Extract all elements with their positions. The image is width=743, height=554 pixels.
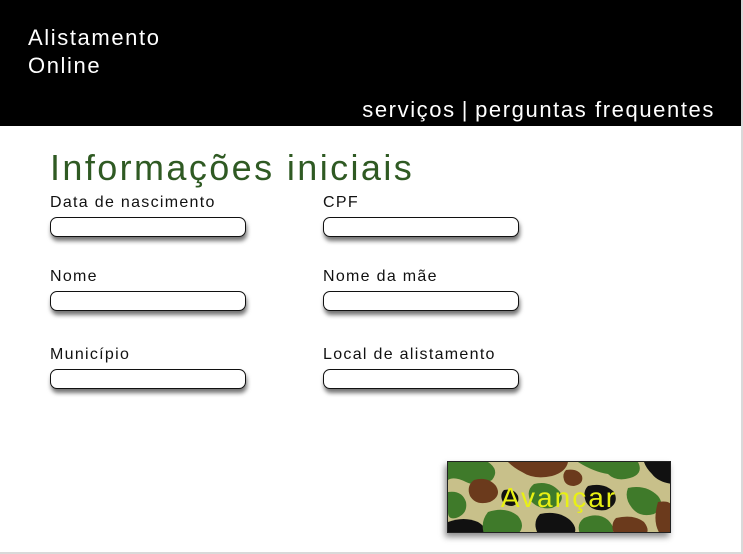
mother-name-input[interactable] bbox=[323, 291, 519, 311]
municipality-label: Município bbox=[50, 346, 131, 363]
brand-line-2: Online bbox=[28, 53, 102, 78]
birth-date-label: Data de nascimento bbox=[50, 194, 216, 211]
next-button[interactable]: Avançar bbox=[447, 461, 671, 533]
cpf-group: CPF bbox=[323, 193, 553, 237]
enlistment-location-group: Local de alistamento bbox=[323, 345, 553, 389]
site-brand: Alistamento Online bbox=[28, 24, 161, 80]
top-header: Alistamento Online serviços | perguntas fr… bbox=[0, 0, 741, 126]
mother-name-group: Nome da mãe bbox=[323, 267, 553, 311]
birth-date-group: Data de nascimento bbox=[50, 193, 280, 237]
municipality-input[interactable] bbox=[50, 369, 246, 389]
brand-line-1: Alistamento bbox=[28, 25, 161, 50]
cpf-label: CPF bbox=[323, 194, 359, 211]
nav-link-services[interactable]: serviços bbox=[362, 97, 456, 122]
next-button-label: Avançar bbox=[500, 482, 618, 513]
nav-link-faq[interactable]: perguntas frequentes bbox=[475, 97, 715, 122]
nav-separator: | bbox=[461, 97, 470, 122]
enlistment-location-label: Local de alistamento bbox=[323, 346, 496, 363]
name-label: Nome bbox=[50, 268, 98, 285]
cpf-input[interactable] bbox=[323, 217, 519, 237]
enlistment-location-input[interactable] bbox=[323, 369, 519, 389]
page-title: Informações iniciais bbox=[50, 147, 415, 188]
page: Alistamento Online serviços | perguntas fr… bbox=[0, 0, 743, 554]
top-nav: serviços | perguntas frequentes bbox=[362, 96, 715, 124]
birth-date-input[interactable] bbox=[50, 217, 246, 237]
name-input[interactable] bbox=[50, 291, 246, 311]
mother-name-label: Nome da mãe bbox=[323, 268, 438, 285]
name-group: Nome bbox=[50, 267, 280, 311]
municipality-group: Município bbox=[50, 345, 280, 389]
